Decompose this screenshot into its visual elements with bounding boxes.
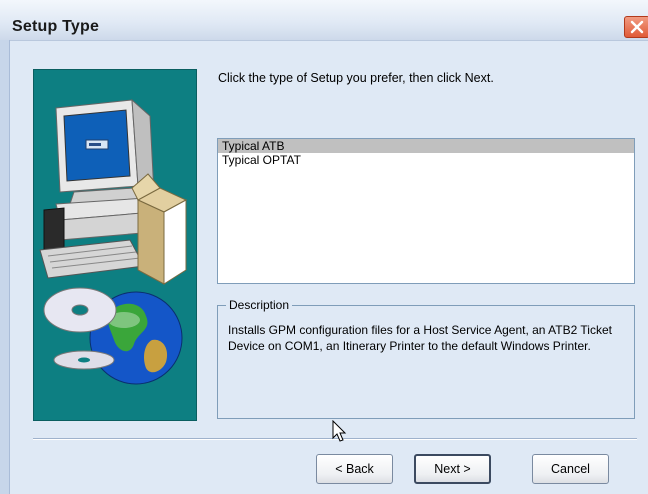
- cancel-button[interactable]: Cancel: [532, 454, 609, 484]
- mouse-pointer-icon: [332, 420, 347, 442]
- window-left-border: [0, 40, 10, 494]
- window-title: Setup Type: [12, 18, 100, 35]
- setup-illustration: [33, 69, 197, 421]
- next-button[interactable]: Next >: [414, 454, 491, 484]
- description-legend: Description: [226, 298, 293, 312]
- description-group: Description Installs GPM configuration f…: [217, 298, 635, 419]
- description-text: Installs GPM configuration files for a H…: [228, 323, 612, 353]
- computer-cd-globe-illustration: [39, 98, 188, 385]
- close-icon: [630, 20, 644, 34]
- back-button[interactable]: < Back: [316, 454, 393, 484]
- setup-type-listbox[interactable]: Typical ATB Typical OPTAT: [217, 138, 635, 284]
- list-item-typical-optat[interactable]: Typical OPTAT: [218, 153, 634, 167]
- setup-dialog: Setup Type Click the type of Setup you p…: [0, 0, 648, 494]
- title-bar[interactable]: Setup Type: [0, 0, 648, 41]
- close-button[interactable]: [624, 16, 648, 38]
- list-item-typical-atb[interactable]: Typical ATB: [218, 139, 634, 153]
- setup-instruction: Click the type of Setup you prefer, then…: [218, 71, 494, 85]
